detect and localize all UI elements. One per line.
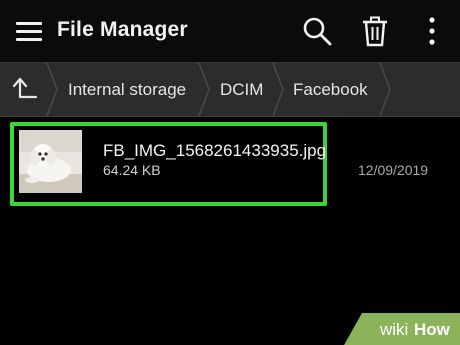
more-vert-icon[interactable] <box>415 14 449 48</box>
search-icon[interactable] <box>300 14 334 48</box>
breadcrumb-facebook[interactable]: Facebook <box>293 63 368 116</box>
app-bar: File Manager <box>0 0 460 62</box>
app-title: File Manager <box>57 18 188 41</box>
breadcrumb-internal-storage[interactable]: Internal storage <box>68 63 186 116</box>
breadcrumb: Internal storage DCIM Facebook <box>0 62 460 117</box>
file-name: FB_IMG_1568261433935.jpg <box>103 141 327 160</box>
breadcrumb-separator-icon <box>46 63 58 116</box>
breadcrumb-dcim[interactable]: DCIM <box>220 63 263 116</box>
trash-icon[interactable] <box>358 14 392 48</box>
file-date: 12/09/2019 <box>358 162 429 178</box>
svg-text:How: How <box>414 320 451 339</box>
breadcrumb-separator-icon <box>272 63 284 116</box>
breadcrumb-separator-icon <box>379 63 391 116</box>
svg-text:wiki: wiki <box>379 320 408 339</box>
menu-icon[interactable] <box>16 22 42 42</box>
wikihow-watermark: wiki How <box>344 313 460 345</box>
file-list-item[interactable]: FB_IMG_1568261433935.jpg 64.24 KB 12/09/… <box>0 117 460 217</box>
file-size: 64.24 KB <box>103 162 161 178</box>
breadcrumb-separator-icon <box>198 63 210 116</box>
up-arrow-icon[interactable] <box>10 75 42 105</box>
dog-photo-thumbnail <box>19 130 82 193</box>
